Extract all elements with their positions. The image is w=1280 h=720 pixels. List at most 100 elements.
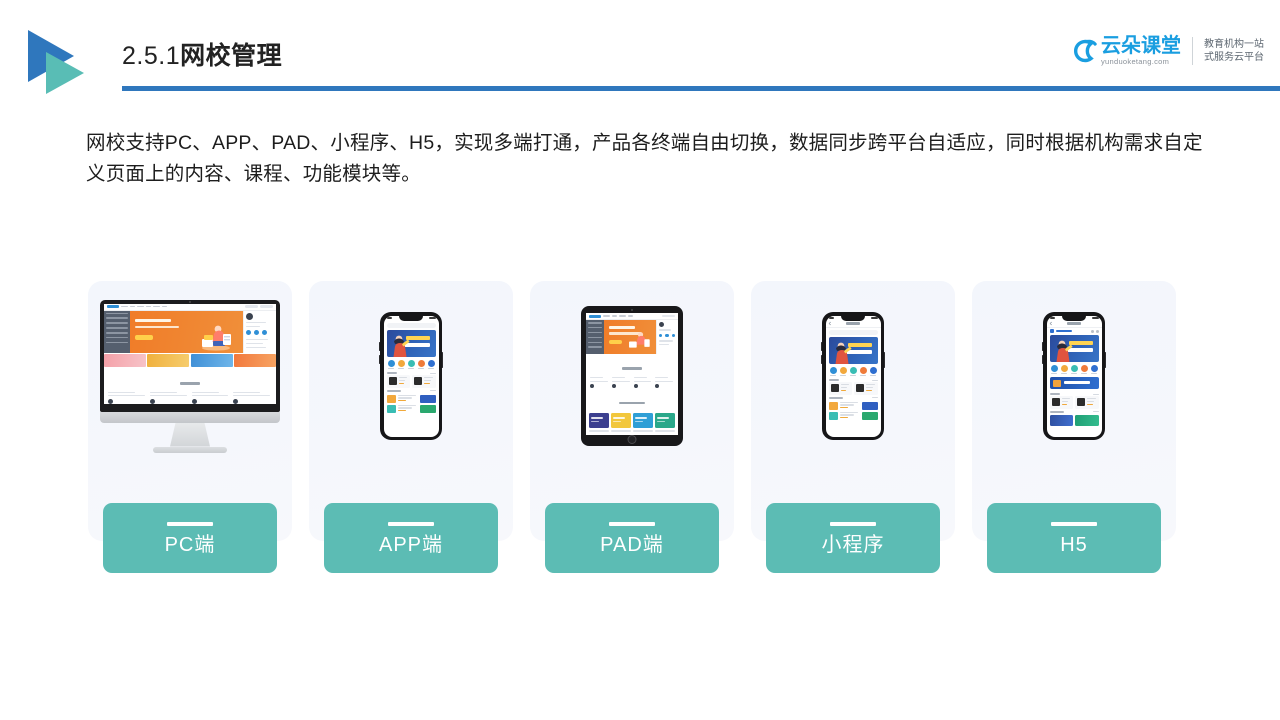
- triangle-teal-icon: [46, 52, 84, 94]
- preview-quick-icon: [407, 359, 415, 370]
- phone-notch: [399, 315, 423, 321]
- platform-label-button[interactable]: H5: [987, 503, 1161, 573]
- preview-nav-item: [146, 305, 151, 308]
- preview-nav-item: [121, 305, 128, 308]
- label-accent-bar: [609, 521, 655, 526]
- imac-stand-base: [153, 446, 227, 453]
- preview-quick-icons: [826, 364, 881, 378]
- preview-topbar: [104, 303, 276, 311]
- label-accent-bar: [830, 521, 876, 526]
- page-title-name: 网校管理: [180, 42, 283, 70]
- phone-notch: [1062, 315, 1086, 321]
- preview-quick-icon: [1070, 364, 1078, 375]
- preview-search-field: [828, 329, 878, 335]
- preview-section-heading: [586, 354, 678, 377]
- tablet-camera-icon: [631, 309, 633, 311]
- preview-course-card: [1075, 396, 1099, 409]
- preview-list-item: [828, 401, 878, 410]
- preview-blue-banner: [828, 336, 878, 364]
- platform-card-h5[interactable]: H5: [972, 281, 1176, 573]
- platform-label-button[interactable]: PC端: [103, 503, 277, 573]
- preview-course-list: [384, 393, 439, 413]
- preview-list-item: [386, 404, 436, 413]
- preview-teacher-item: [655, 377, 674, 389]
- cloud-icon: [1069, 36, 1099, 66]
- preview-quick-icon: [859, 366, 867, 377]
- preview-nav-item: [603, 315, 610, 317]
- preview-course-card: [828, 382, 852, 395]
- brand-left-group: 云朵课堂 yunduoketang.com: [1069, 36, 1181, 66]
- preview-quick-icon: [839, 366, 847, 377]
- preview-navbar-title: [846, 322, 860, 325]
- preview-nav-item: [612, 315, 617, 317]
- phone-volume-down-button: [378, 355, 380, 364]
- gift-box-icon: [1052, 380, 1061, 388]
- device-mockup-tablet: [530, 281, 734, 471]
- page-title: 2.5.1网校管理: [122, 44, 282, 69]
- platform-label-text: PC端: [164, 533, 216, 556]
- preview-nav-item: [137, 305, 144, 308]
- preview-grid-card: [611, 413, 631, 429]
- preview-teacher-list: [104, 391, 276, 404]
- back-chevron-icon[interactable]: [1048, 321, 1054, 326]
- platform-card-pc[interactable]: PC端: [88, 281, 292, 573]
- preview-grid-card: [633, 413, 653, 429]
- preview-quick-icon: [1050, 364, 1058, 375]
- preview-category-sidebar: [104, 310, 130, 353]
- brand-name-cn: 云朵课堂: [1101, 35, 1181, 58]
- preview-orange-banner: [604, 320, 656, 354]
- phone-app-preview: [383, 315, 439, 437]
- brand-tagline-line1: 教育机构一站: [1204, 38, 1264, 50]
- preview-hero-row: [104, 310, 276, 353]
- preview-quick-icon: [1080, 364, 1088, 375]
- phone-notch: [841, 315, 865, 321]
- preview-course-pair: [384, 375, 439, 388]
- phone-volume-up-button: [378, 342, 380, 351]
- preview-menu-icon[interactable]: [1090, 329, 1094, 333]
- platform-card-app[interactable]: APP端: [309, 281, 513, 573]
- smartphone-illustration: [1041, 312, 1107, 440]
- imac-illustration: [100, 299, 280, 453]
- preview-teacher-list: [586, 377, 678, 389]
- platform-label-button[interactable]: 小程序: [766, 503, 940, 573]
- tablet-home-button[interactable]: [627, 435, 637, 444]
- phone-volume-down-button: [1041, 355, 1043, 364]
- body-paragraph: 网校支持PC、APP、PAD、小程序、H5，实现多端打通，产品各终端自由切换，数…: [86, 132, 1203, 185]
- platform-label-text: H5: [1060, 533, 1088, 556]
- preview-topbar: [586, 313, 678, 320]
- preview-teacher-item: [108, 391, 147, 404]
- back-chevron-icon[interactable]: [827, 321, 833, 326]
- preview-category-sidebar: [586, 320, 604, 354]
- device-mockup-miniprogram-phone: [751, 281, 955, 471]
- preview-teacher-item: [633, 377, 653, 389]
- preview-user-icon[interactable]: [1095, 329, 1099, 333]
- preview-course-list: [826, 400, 881, 420]
- preview-teacher-item: [590, 377, 609, 389]
- tablet-webpage-preview: [586, 313, 678, 435]
- preview-course-card: [386, 375, 410, 388]
- slide-header: 2.5.1网校管理 云朵课堂 yunduoketang.com 教育机构一站 式…: [0, 0, 1280, 110]
- preview-user-panel: [656, 320, 678, 354]
- preview-quick-icon: [417, 359, 425, 370]
- phone-miniprogram-preview: [825, 315, 881, 437]
- preview-register-pill: [260, 305, 273, 308]
- preview-blue-banner: [386, 329, 436, 357]
- preview-navbar-title: [1067, 322, 1081, 325]
- preview-course-card: [1049, 396, 1073, 409]
- brand-name-en: yunduoketang.com: [1101, 57, 1170, 67]
- platform-card-row: PC端 APP端 PAD端 小程序 H5: [88, 281, 1192, 573]
- preview-promo-strip: [1049, 377, 1099, 390]
- banner-person-icon: [1056, 340, 1073, 362]
- platform-label-button[interactable]: APP端: [324, 503, 498, 573]
- brand-tagline: 教育机构一站 式服务云平台: [1204, 38, 1264, 65]
- phone-power-button: [442, 352, 444, 368]
- preview-course-card: [412, 375, 436, 388]
- platform-label-button[interactable]: PAD端: [545, 503, 719, 573]
- platform-card-pad[interactable]: PAD端: [530, 281, 734, 573]
- preview-bottom-banner: [1049, 414, 1073, 426]
- preview-course-pair: [1047, 396, 1102, 409]
- preview-brand-icon: [1049, 329, 1054, 333]
- platform-card-miniprogram[interactable]: 小程序: [751, 281, 955, 573]
- preview-login-pill: [245, 305, 258, 308]
- preview-user-panel: [243, 310, 276, 353]
